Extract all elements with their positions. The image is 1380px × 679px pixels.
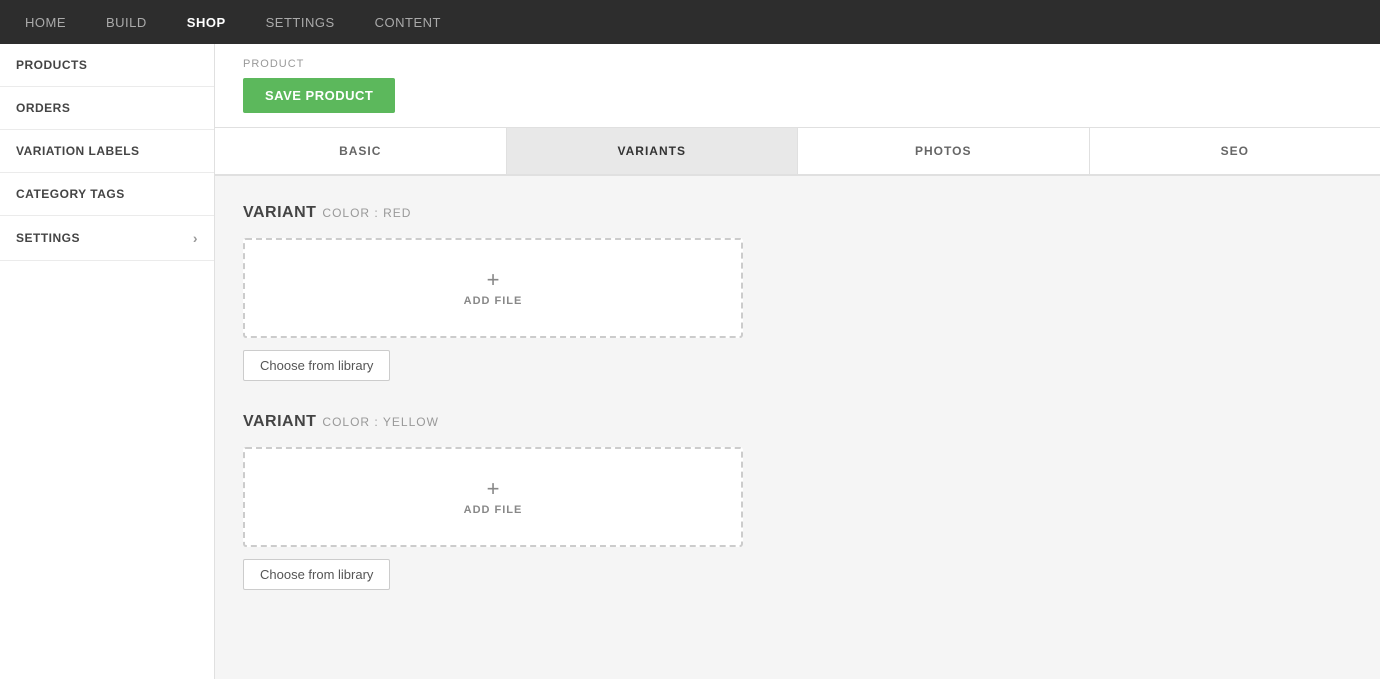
sidebar-item-category-tags-label: CATEGORY TAGS — [16, 187, 125, 201]
sidebar-item-products[interactable]: PRODUCTS — [0, 44, 214, 87]
sidebar-item-orders-label: ORDERS — [16, 101, 70, 115]
sidebar-item-settings[interactable]: SETTINGS › — [0, 216, 214, 261]
tab-photos[interactable]: PHOTOS — [798, 128, 1090, 174]
sidebar-item-products-label: PRODUCTS — [16, 58, 87, 72]
sidebar-item-settings-label: SETTINGS — [16, 231, 80, 245]
sidebar-item-variation-labels[interactable]: VARIATION LABELS — [0, 130, 214, 173]
nav-content[interactable]: CONTENT — [370, 15, 446, 30]
chevron-right-icon: › — [193, 230, 198, 246]
variant-yellow-add-file-label: ADD FILE — [464, 504, 523, 516]
variant-yellow-title: VARIANTCOLOR : YELLOW — [243, 413, 1352, 431]
variant-yellow-choose-library-button[interactable]: Choose from library — [243, 559, 390, 590]
product-header: PRODUCT SAVE PRODUCT — [215, 44, 1380, 128]
variant-yellow-file-dropzone[interactable]: + ADD FILE — [243, 447, 743, 547]
save-product-button[interactable]: SAVE PRODUCT — [243, 78, 395, 113]
variants-content: VARIANTCOLOR : RED + ADD FILE Choose fro… — [215, 176, 1380, 650]
product-tabs: BASIC VARIANTS PHOTOS SEO — [215, 128, 1380, 176]
sidebar: PRODUCTS ORDERS VARIATION LABELS CATEGOR… — [0, 44, 215, 679]
sidebar-item-category-tags[interactable]: CATEGORY TAGS — [0, 173, 214, 216]
variant-red-add-file-label: ADD FILE — [464, 295, 523, 307]
variant-red-title: VARIANTCOLOR : RED — [243, 204, 1352, 222]
tab-variants[interactable]: VARIANTS — [507, 128, 799, 174]
tab-basic[interactable]: BASIC — [215, 128, 507, 174]
product-section-label: PRODUCT — [243, 58, 1352, 70]
variant-red-file-dropzone[interactable]: + ADD FILE — [243, 238, 743, 338]
variant-red-choose-library-button[interactable]: Choose from library — [243, 350, 390, 381]
content-area: PRODUCT SAVE PRODUCT BASIC VARIANTS PHOT… — [215, 44, 1380, 679]
tab-seo[interactable]: SEO — [1090, 128, 1380, 174]
variant-yellow-color-label: COLOR : YELLOW — [322, 415, 438, 429]
sidebar-item-orders[interactable]: ORDERS — [0, 87, 214, 130]
variant-section-yellow: VARIANTCOLOR : YELLOW + ADD FILE Choose … — [243, 413, 1352, 590]
main-layout: PRODUCTS ORDERS VARIATION LABELS CATEGOR… — [0, 44, 1380, 679]
variant-section-red: VARIANTCOLOR : RED + ADD FILE Choose fro… — [243, 204, 1352, 381]
nav-shop[interactable]: SHOP — [182, 15, 231, 30]
nav-home[interactable]: HOME — [20, 15, 71, 30]
variant-red-color-label: COLOR : RED — [322, 206, 411, 220]
nav-build[interactable]: BUILD — [101, 15, 152, 30]
top-navigation: HOME BUILD SHOP SETTINGS CONTENT — [0, 0, 1380, 44]
nav-settings[interactable]: SETTINGS — [261, 15, 340, 30]
plus-icon-yellow: + — [487, 478, 500, 500]
sidebar-item-variation-labels-label: VARIATION LABELS — [16, 144, 140, 158]
plus-icon: + — [487, 269, 500, 291]
